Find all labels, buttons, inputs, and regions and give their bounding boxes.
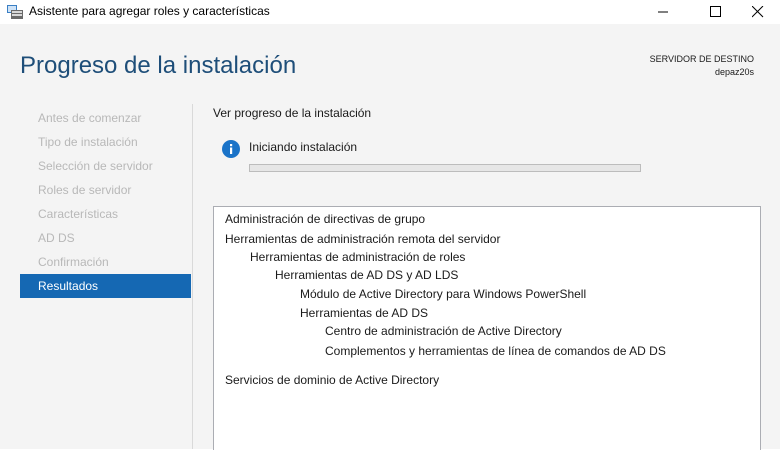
result-item-rsat: Herramientas de administración remota de… bbox=[225, 232, 501, 246]
sidebar-item-tipo-de-instalacion[interactable]: Tipo de instalación bbox=[20, 130, 191, 154]
maximize-icon bbox=[710, 6, 721, 17]
sidebar-item-seleccion-de-servidor[interactable]: Selección de servidor bbox=[20, 154, 191, 178]
result-item-ad-ds-role: Servicios de dominio de Active Directory bbox=[225, 373, 440, 387]
destination-server-label: SERVIDOR DE DESTINO bbox=[649, 54, 754, 64]
close-icon bbox=[752, 6, 764, 18]
installation-progress-bar bbox=[249, 164, 641, 172]
close-button[interactable] bbox=[734, 0, 780, 24]
sidebar-item-confirmacion[interactable]: Confirmación bbox=[20, 250, 191, 274]
destination-server-name: depaz20s bbox=[714, 67, 754, 77]
wizard-steps-sidebar: Antes de comenzar Tipo de instalación Se… bbox=[20, 106, 191, 298]
info-icon bbox=[221, 139, 241, 159]
section-label: Ver progreso de la instalación bbox=[213, 106, 372, 120]
sidebar-item-caracteristicas[interactable]: Características bbox=[20, 202, 191, 226]
result-item-gpmc: Administración de directivas de grupo bbox=[225, 212, 426, 226]
installation-results-list[interactable]: Administración de directivas de grupo He… bbox=[213, 206, 761, 450]
result-item-ad-ds-snapins: Complementos y herramientas de línea de … bbox=[325, 344, 666, 358]
sidebar-item-ad-ds[interactable]: AD DS bbox=[20, 226, 191, 250]
maximize-button[interactable] bbox=[692, 0, 738, 24]
server-manager-icon bbox=[7, 5, 23, 19]
sidebar-item-antes-de-comenzar[interactable]: Antes de comenzar bbox=[20, 106, 191, 130]
minimize-button[interactable] bbox=[640, 0, 686, 24]
status-text: Iniciando instalación bbox=[249, 140, 358, 154]
result-item-ad-ds-tools: Herramientas de AD DS bbox=[300, 306, 429, 320]
sidebar-divider bbox=[192, 104, 193, 449]
result-item-ad-powershell-module: Módulo de Active Directory para Windows … bbox=[300, 287, 587, 301]
result-item-role-admin-tools: Herramientas de administración de roles bbox=[250, 250, 466, 264]
result-item-ad-admin-center: Centro de administración de Active Direc… bbox=[325, 324, 562, 338]
sidebar-item-resultados[interactable]: Resultados bbox=[20, 274, 191, 298]
title-bar: Asistente para agregar roles y caracterí… bbox=[0, 0, 780, 24]
wizard-body: Antes de comenzar Tipo de instalación Se… bbox=[0, 96, 780, 450]
minimize-icon bbox=[658, 11, 668, 13]
result-item-ad-ds-ad-lds-tools: Herramientas de AD DS y AD LDS bbox=[275, 268, 459, 282]
wizard-header: Progreso de la instalación SERVIDOR DE D… bbox=[0, 24, 780, 96]
window-title: Asistente para agregar roles y caracterí… bbox=[29, 4, 270, 18]
page-title: Progreso de la instalación bbox=[20, 52, 297, 79]
sidebar-item-roles-de-servidor[interactable]: Roles de servidor bbox=[20, 178, 191, 202]
